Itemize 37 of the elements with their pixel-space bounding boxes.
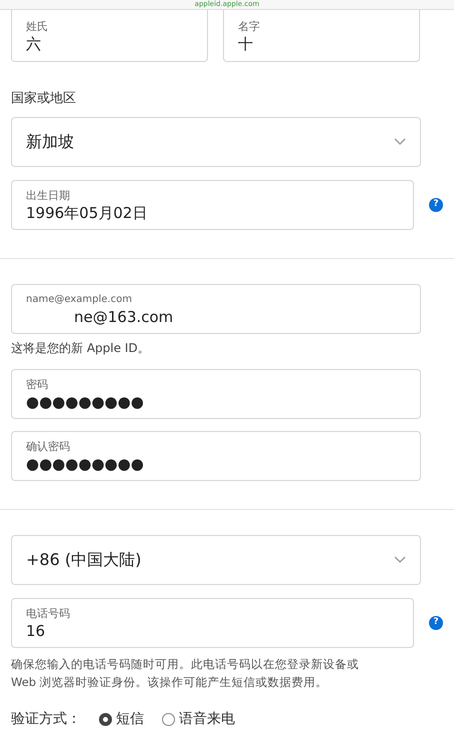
field-value: ne@163.com — [73, 306, 174, 326]
phone-field[interactable]: 电话号码 16 — [11, 598, 414, 648]
birth-date-field[interactable]: 出生日期 1996年05月02日 — [11, 180, 414, 230]
name-field[interactable]: 姓氏 六 — [11, 10, 208, 62]
radio-label: 短信 — [116, 710, 144, 728]
field-label: name@example.com — [26, 292, 133, 306]
field-label: 密码 — [26, 378, 49, 392]
select-value: +86 (中国大陆) — [26, 548, 142, 570]
apple-id-note: 这将是您的新 Apple ID。 — [11, 340, 151, 356]
help-icon[interactable]: ? — [429, 198, 443, 212]
radio-label: 语音来电 — [179, 710, 235, 728]
field-value: 十 — [238, 34, 254, 54]
select-value: 新加坡 — [26, 130, 74, 152]
help-icon[interactable]: ? — [429, 616, 443, 630]
field-value: ●●●●●●●●● — [26, 392, 145, 412]
field-label: 电话号码 — [26, 606, 71, 620]
country-code-select[interactable]: +86 (中国大陆) — [11, 534, 421, 584]
chevron-down-icon — [394, 138, 406, 146]
email-field[interactable]: name@example.com ne@163.com — [11, 284, 421, 334]
field-value: 16 — [26, 620, 46, 640]
name-field[interactable]: 名字 十 — [223, 10, 420, 62]
password-field[interactable]: 确认密码 ●●●●●●●●● — [11, 430, 421, 480]
field-value: ●●●●●●●●● — [26, 454, 145, 474]
country-label: 国家或地区 — [11, 90, 77, 108]
radio-option[interactable]: 语音来电 — [162, 708, 235, 729]
field-value: 六 — [26, 34, 42, 54]
radio-option[interactable]: 短信 — [99, 708, 144, 729]
field-label: 名字 — [238, 20, 261, 34]
chevron-down-icon — [394, 556, 406, 564]
phone-note: 确保您输入的电话号码随时可用。此电话号码以在您登录新设备或 Web 浏览器时验证身份。该操作可能产生短信或数据费用。 — [11, 656, 360, 690]
password-field[interactable]: 密码 ●●●●●●●●● — [11, 368, 421, 418]
field-label: 确认密码 — [26, 440, 71, 454]
field-value: 1996年05月02日 — [26, 202, 148, 222]
field-label: 姓氏 — [26, 20, 49, 34]
field-label: 出生日期 — [26, 188, 71, 202]
verification-label: 验证方式： — [11, 710, 81, 728]
country-select[interactable]: 新加坡 — [11, 116, 421, 166]
